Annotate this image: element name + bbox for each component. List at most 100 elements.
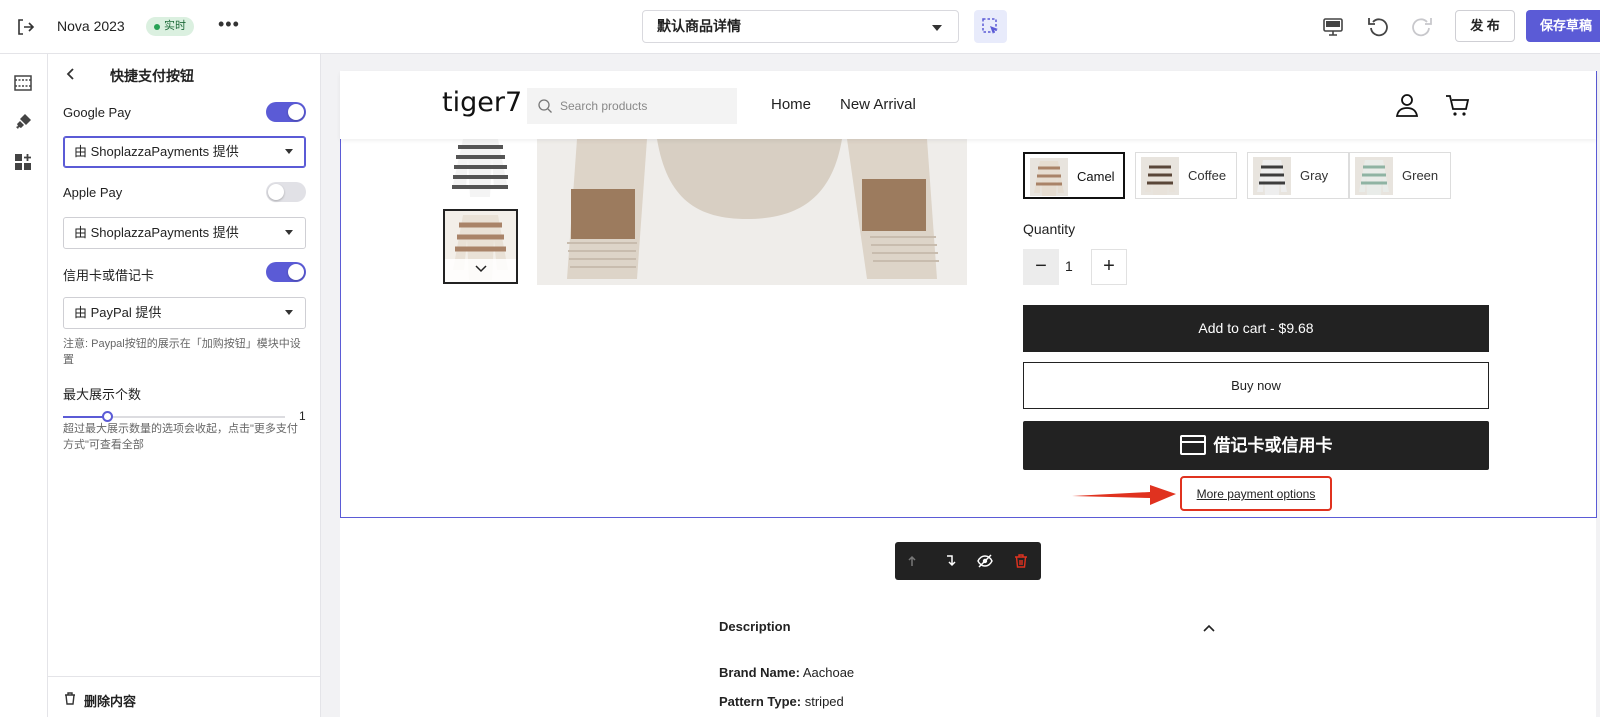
quantity-value[interactable]: 1	[1065, 258, 1073, 274]
max-display-note: 超过最大展示数量的选项会收起，点击"更多支付方式"可查看全部	[63, 423, 298, 451]
variant-camel[interactable]: Camel	[1023, 152, 1125, 199]
red-arrow-annotation	[1072, 485, 1176, 505]
search-icon	[538, 99, 552, 113]
move-down-icon[interactable]	[941, 552, 959, 570]
nav-home[interactable]: Home	[771, 96, 811, 113]
caret-down-icon	[285, 149, 293, 154]
delete-content-label: 删除内容	[84, 694, 137, 709]
variant-gray[interactable]: Gray	[1247, 152, 1349, 199]
chevron-up-icon[interactable]	[1202, 621, 1216, 635]
variant-green[interactable]: Green	[1349, 152, 1451, 199]
sweater-green-image	[1359, 160, 1389, 195]
sweater-gray-image	[1257, 160, 1287, 195]
variant-swatch-image	[1253, 157, 1291, 195]
google-pay-provider-select[interactable]: 由 ShoplazzaPayments 提供	[63, 136, 306, 168]
store-page: tiger7 Search products Home New Arrival	[340, 71, 1596, 717]
cart-icon[interactable]	[1443, 91, 1471, 119]
preview-canvas: tiger7 Search products Home New Arrival	[321, 54, 1600, 717]
variant-swatch-image	[1355, 157, 1393, 195]
google-pay-provider-value: 由 ShoplazzaPayments 提供	[74, 144, 239, 159]
caret-down-icon	[285, 230, 293, 235]
save-draft-button[interactable]: 保存草稿	[1526, 10, 1600, 42]
card-label: 信用卡或借记卡	[63, 268, 155, 283]
apple-pay-label: Apple Pay	[63, 185, 123, 200]
desktop-preview-icon[interactable]	[1320, 14, 1346, 40]
variant-swatch-image	[1141, 157, 1179, 195]
product-thumbnail[interactable]	[443, 139, 518, 197]
trash-icon	[65, 692, 75, 705]
publish-button[interactable]: 发 布	[1455, 10, 1515, 42]
delete-trash-icon[interactable]	[1012, 552, 1030, 570]
chevron-down-icon	[932, 25, 942, 31]
variant-label: Gray	[1300, 168, 1329, 183]
max-display-slider[interactable]	[63, 411, 285, 422]
hide-eye-icon[interactable]	[976, 552, 994, 570]
quantity-label: Quantity	[1023, 221, 1076, 237]
brand-name-value: Aachoae	[802, 665, 855, 680]
max-display-label: 最大展示个数	[63, 387, 142, 402]
product-main-image[interactable]	[537, 139, 967, 285]
sweater-coffee-image	[1145, 160, 1175, 195]
highlight-box: More payment options	[1180, 476, 1332, 511]
sweater-main-image	[537, 139, 967, 285]
card-toggle[interactable]	[266, 262, 306, 282]
sweater-gray-image	[452, 139, 508, 197]
theme-style-brush-icon[interactable]	[12, 111, 34, 133]
brand-name-line: Brand Name: Aachoae	[719, 665, 854, 680]
credit-card-icon	[1179, 434, 1206, 455]
store-search-input[interactable]: Search products	[527, 88, 737, 124]
apps-add-icon[interactable]	[12, 151, 34, 173]
more-payment-options-link[interactable]: More payment options	[1182, 487, 1330, 501]
exit-icon[interactable]	[14, 16, 36, 38]
card-payment-label: 借记卡或信用卡	[1213, 436, 1333, 455]
product-thumbnail-active[interactable]	[443, 209, 518, 284]
quantity-decrease-button[interactable]: −	[1023, 249, 1059, 285]
template-select[interactable]: 默认商品详情	[642, 10, 959, 43]
chevron-down-icon[interactable]	[474, 264, 488, 274]
select-cursor-icon	[982, 18, 998, 34]
store-header: tiger7 Search products Home New Arrival	[340, 71, 1596, 139]
icon-rail	[0, 54, 48, 717]
slider-fill	[63, 416, 108, 418]
paypal-note: 注意: Paypal按钮的展示在「加购按钮」模块中设置	[63, 338, 301, 366]
panel-title: 快捷支付按钮	[110, 68, 194, 84]
card-provider-select[interactable]: 由 PayPal 提供	[63, 297, 306, 329]
search-placeholder: Search products	[560, 99, 648, 113]
apple-pay-provider-value: 由 ShoplazzaPayments 提供	[74, 225, 239, 240]
pattern-type-label: Pattern Type:	[719, 694, 802, 709]
account-icon[interactable]	[1393, 91, 1421, 119]
nav-new-arrival[interactable]: New Arrival	[840, 96, 916, 113]
delete-content-row[interactable]: 删除内容	[48, 676, 321, 717]
top-bar: Nova 2023 实时 ••• 默认商品详情 发 布 保存草稿	[0, 0, 1600, 54]
apple-pay-provider-select[interactable]: 由 ShoplazzaPayments 提供	[63, 217, 306, 249]
sweater-camel-image	[1034, 161, 1064, 196]
card-payment-button[interactable]: 借记卡或信用卡	[1023, 421, 1489, 470]
variant-label: Green	[1402, 168, 1439, 183]
template-select-value: 默认商品详情	[657, 18, 741, 34]
more-menu-button[interactable]: •••	[218, 14, 240, 35]
variant-coffee[interactable]: Coffee	[1135, 152, 1237, 199]
apple-pay-toggle[interactable]	[266, 182, 306, 202]
store-logo[interactable]: tiger7	[442, 87, 522, 118]
pattern-type-line: Pattern Type: striped	[719, 694, 844, 709]
live-status-badge: 实时	[146, 17, 194, 36]
redo-icon[interactable]	[1409, 14, 1435, 40]
buy-now-button[interactable]: Buy now	[1023, 362, 1489, 409]
theme-name: Nova 2023	[57, 18, 125, 34]
caret-down-icon	[285, 310, 293, 315]
inspect-select-button[interactable]	[974, 10, 1007, 43]
variant-label: Camel	[1077, 169, 1115, 184]
settings-panel: 快捷支付按钮 Google Pay 由 ShoplazzaPayments 提供…	[48, 54, 321, 717]
add-to-cart-button[interactable]: Add to cart - $9.68	[1023, 305, 1489, 352]
move-up-icon[interactable]	[906, 552, 924, 570]
description-title[interactable]: Description	[719, 619, 791, 634]
undo-icon[interactable]	[1365, 14, 1391, 40]
back-arrow-icon[interactable]	[63, 66, 79, 82]
google-pay-label: Google Pay	[63, 105, 131, 120]
brand-name-label: Brand Name:	[719, 665, 800, 680]
google-pay-toggle[interactable]	[266, 102, 306, 122]
quantity-increase-button[interactable]: +	[1091, 249, 1127, 285]
card-provider-value: 由 PayPal 提供	[74, 305, 162, 320]
block-floating-toolbar	[895, 542, 1041, 580]
sections-icon[interactable]	[12, 72, 34, 94]
